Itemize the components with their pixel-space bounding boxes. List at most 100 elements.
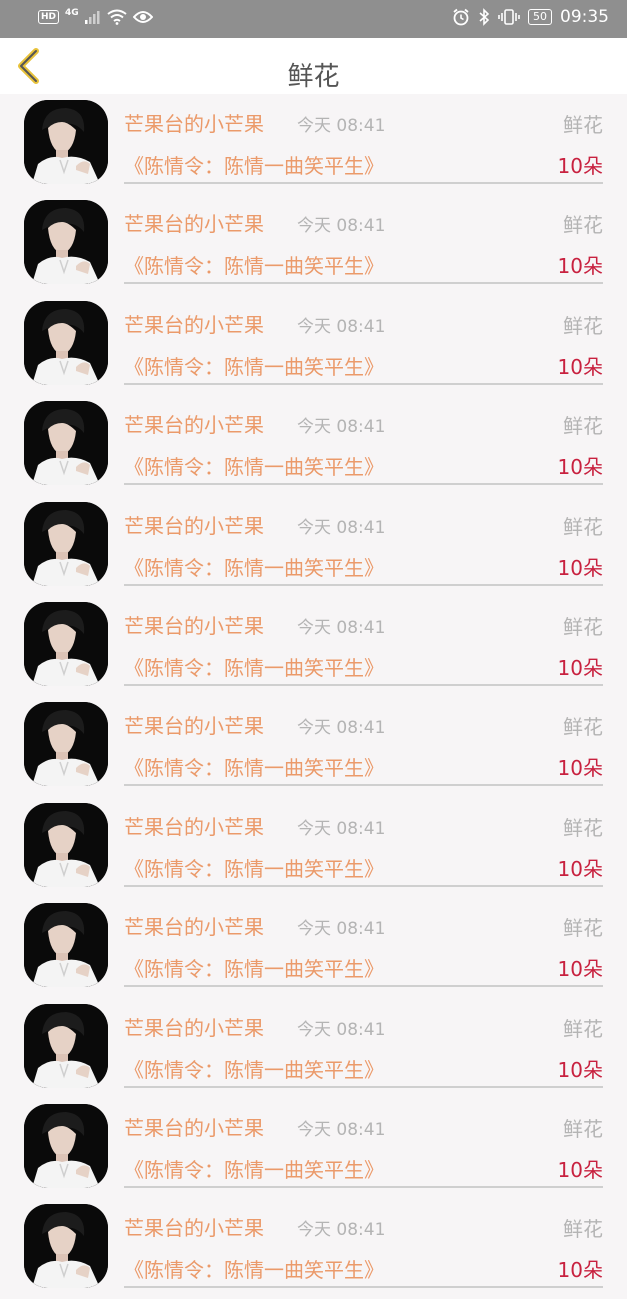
username[interactable]: 芒果台的小芒果 [124, 409, 264, 438]
avatar[interactable] [24, 1103, 108, 1188]
avatar[interactable] [24, 1204, 108, 1289]
page-title: 鲜花 [287, 62, 340, 92]
avatar[interactable] [24, 501, 108, 586]
list-item[interactable]: 芒果台的小芒果 今天 08:41 鲜花 《陈情令：陈情一曲笑平生》 10朵 [0, 797, 627, 897]
list-item[interactable]: 芒果台的小芒果 今天 08:41 鲜花 《陈情令：陈情一曲笑平生》 10朵 [0, 1198, 627, 1298]
flower-count: 10朵 [557, 555, 603, 580]
username[interactable]: 芒果台的小芒果 [124, 108, 264, 137]
work-title[interactable]: 《陈情令：陈情一曲笑平生》 [124, 1154, 384, 1183]
avatar[interactable] [24, 100, 108, 184]
work-title[interactable]: 《陈情令：陈情一曲笑平生》 [124, 250, 384, 279]
avatar[interactable] [24, 601, 108, 686]
avatar-image [24, 702, 108, 787]
username[interactable]: 芒果台的小芒果 [124, 510, 264, 539]
timestamp: 今天 08:41 [297, 1119, 386, 1140]
eye-icon [132, 11, 153, 23]
avatar[interactable] [24, 702, 108, 787]
list-item[interactable]: 芒果台的小芒果 今天 08:41 鲜花 《陈情令：陈情一曲笑平生》 10朵 [0, 194, 627, 294]
avatar[interactable] [24, 200, 108, 285]
wifi-icon [107, 9, 127, 25]
work-title[interactable]: 《陈情令：陈情一曲笑平生》 [124, 953, 384, 982]
gift-type: 鲜花 [563, 815, 603, 840]
timestamp: 今天 08:41 [297, 116, 386, 136]
divider [124, 483, 603, 486]
timestamp: 今天 08:41 [297, 617, 386, 638]
divider [124, 1085, 603, 1088]
divider [124, 182, 603, 184]
gift-type: 鲜花 [563, 715, 603, 740]
list-item[interactable]: 芒果台的小芒果 今天 08:41 鲜花 《陈情令：陈情一曲笑平生》 10朵 [0, 395, 627, 495]
avatar[interactable] [24, 903, 108, 988]
avatar-image [24, 802, 108, 887]
flower-count: 10朵 [557, 1258, 603, 1283]
username[interactable]: 芒果台的小芒果 [124, 911, 264, 940]
avatar-image [24, 1204, 108, 1289]
avatar[interactable] [24, 300, 108, 385]
username[interactable]: 芒果台的小芒果 [124, 208, 264, 237]
timestamp: 今天 08:41 [297, 818, 386, 839]
flower-count: 10朵 [557, 254, 603, 279]
work-title[interactable]: 《陈情令：陈情一曲笑平生》 [124, 1054, 384, 1083]
divider [124, 683, 603, 686]
list-item[interactable]: 芒果台的小芒果 今天 08:41 鲜花 《陈情令：陈情一曲笑平生》 10朵 [0, 897, 627, 997]
timestamp: 今天 08:41 [297, 1019, 386, 1040]
flower-count: 10朵 [557, 756, 603, 781]
username[interactable]: 芒果台的小芒果 [124, 1012, 264, 1041]
vibrate-icon [498, 9, 520, 25]
hd-icon: HD [38, 10, 60, 24]
gift-type: 鲜花 [563, 213, 603, 238]
work-title[interactable]: 《陈情令：陈情一曲笑平生》 [124, 652, 384, 681]
username[interactable]: 芒果台的小芒果 [124, 811, 264, 840]
status-bar: HD 4G 50 09:35 [0, 0, 627, 38]
username[interactable]: 芒果台的小芒果 [124, 1112, 264, 1141]
work-title[interactable]: 《陈情令：陈情一曲笑平生》 [124, 853, 384, 882]
flower-count: 10朵 [557, 1057, 603, 1082]
divider [124, 382, 603, 385]
divider [124, 1185, 603, 1188]
username[interactable]: 芒果台的小芒果 [124, 1212, 264, 1241]
list-item[interactable]: 芒果台的小芒果 今天 08:41 鲜花 《陈情令：陈情一曲笑平生》 10朵 [0, 295, 627, 395]
avatar[interactable] [24, 401, 108, 486]
timestamp: 今天 08:41 [297, 718, 386, 739]
status-left: HD 4G [38, 8, 153, 25]
work-title[interactable]: 《陈情令：陈情一曲笑平生》 [124, 150, 384, 179]
app-header: 鲜花 [0, 38, 627, 94]
avatar[interactable] [24, 1003, 108, 1088]
gift-type: 鲜花 [563, 514, 603, 539]
work-title[interactable]: 《陈情令：陈情一曲笑平生》 [124, 752, 384, 781]
timestamp: 今天 08:41 [297, 417, 386, 438]
work-title[interactable]: 《陈情令：陈情一曲笑平生》 [124, 552, 384, 581]
list-item[interactable]: 芒果台的小芒果 今天 08:41 鲜花 《陈情令：陈情一曲笑平生》 10朵 [0, 998, 627, 1098]
work-title[interactable]: 《陈情令：陈情一曲笑平生》 [124, 451, 384, 480]
list-item[interactable]: 芒果台的小芒果 今天 08:41 鲜花 《陈情令：陈情一曲笑平生》 10朵 [0, 496, 627, 596]
work-title[interactable]: 《陈情令：陈情一曲笑平生》 [124, 351, 384, 380]
avatar-image [24, 401, 108, 486]
divider [124, 1286, 603, 1289]
flower-count: 10朵 [557, 655, 603, 680]
bluetooth-icon [479, 8, 490, 26]
avatar-image [24, 200, 108, 285]
gift-type: 鲜花 [563, 1016, 603, 1041]
gift-type: 鲜花 [563, 113, 603, 137]
username[interactable]: 芒果台的小芒果 [124, 710, 264, 739]
gift-type: 鲜花 [563, 313, 603, 338]
timestamp: 今天 08:41 [297, 517, 386, 538]
username[interactable]: 芒果台的小芒果 [124, 309, 264, 338]
list-item[interactable]: 芒果台的小芒果 今天 08:41 鲜花 《陈情令：陈情一曲笑平生》 10朵 [0, 696, 627, 796]
avatar[interactable] [24, 802, 108, 887]
avatar-image [24, 903, 108, 988]
timestamp: 今天 08:41 [297, 1220, 386, 1241]
gift-type: 鲜花 [563, 614, 603, 639]
work-title[interactable]: 《陈情令：陈情一曲笑平生》 [124, 1254, 384, 1283]
signal-icon [84, 11, 100, 24]
list-item[interactable]: 芒果台的小芒果 今天 08:41 鲜花 《陈情令：陈情一曲笑平生》 10朵 [0, 596, 627, 696]
flower-count: 10朵 [557, 354, 603, 379]
username[interactable]: 芒果台的小芒果 [124, 610, 264, 639]
divider [124, 583, 603, 586]
flower-count: 10朵 [557, 154, 603, 178]
list-item[interactable]: 芒果台的小芒果 今天 08:41 鲜花 《陈情令：陈情一曲笑平生》 10朵 [0, 94, 627, 194]
divider [124, 985, 603, 988]
list-item[interactable]: 芒果台的小芒果 今天 08:41 鲜花 《陈情令：陈情一曲笑平生》 10朵 [0, 1098, 627, 1198]
timestamp: 今天 08:41 [297, 216, 386, 237]
gift-type: 鲜花 [563, 1116, 603, 1141]
